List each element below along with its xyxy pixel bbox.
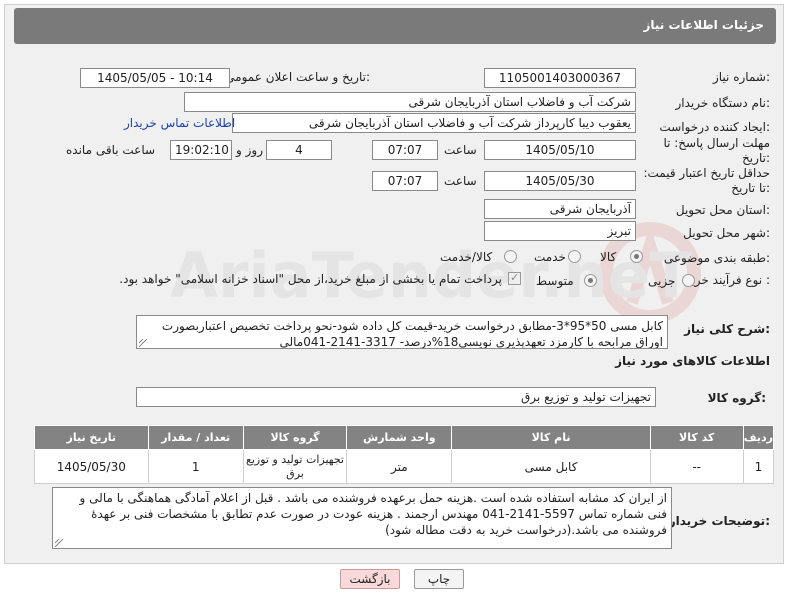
announce-date-label: تاریخ و ساعت اعلان عمومی: bbox=[225, 70, 370, 84]
page-header: جزئیات اطلاعات نیاز bbox=[14, 8, 776, 44]
remaining-time-field: 19:02:10 bbox=[170, 140, 232, 160]
reply-time-field: 07:07 bbox=[372, 140, 438, 160]
process-radio-minor[interactable] bbox=[682, 274, 695, 287]
page-title: جزئیات اطلاعات نیاز bbox=[643, 18, 764, 32]
category-option-goods-service: کالا/خدمت bbox=[440, 250, 493, 264]
category-radio-goods[interactable] bbox=[630, 250, 643, 263]
treasury-payment-note: پرداخت تمام یا بخشی از مبلغ خرید،از محل … bbox=[119, 272, 502, 286]
buyer-notes-textarea[interactable]: از ایران کد مشابه استفاده شده است .هزینه… bbox=[52, 487, 672, 549]
remaining-days-field: 4 bbox=[266, 140, 332, 160]
summary-text: کابل مسی 50*95*3-مطابق درخواست خرید-قیمت… bbox=[161, 319, 663, 349]
cell-unit: متر bbox=[346, 449, 453, 484]
goods-group-label: گروه کالا: bbox=[707, 391, 766, 405]
goods-table: ردیف کد کالا نام کالا واحد شمارش گروه کا… bbox=[34, 425, 775, 484]
summary-label: شرح کلی نیاز: bbox=[684, 322, 770, 336]
need-number-field: 1105001403000367 bbox=[484, 68, 636, 88]
col-name: نام کالا bbox=[451, 425, 651, 450]
col-row: ردیف bbox=[742, 425, 775, 450]
cell-qty: 1 bbox=[147, 449, 244, 484]
goods-section-title: اطلاعات کالاهای مورد نیاز bbox=[615, 354, 770, 368]
price-validity-label: حداقل تاریخ اعتبار قیمت: تا تاریخ: bbox=[643, 166, 770, 195]
province-field: آذربایجان شرقی bbox=[484, 199, 636, 219]
days-label: روز و bbox=[236, 143, 263, 157]
city-field: تبریز bbox=[484, 221, 636, 241]
print-button[interactable]: چاپ bbox=[414, 569, 464, 589]
province-label: استان محل تحویل: bbox=[675, 203, 770, 217]
resize-handle-icon[interactable] bbox=[139, 339, 147, 347]
resize-handle-icon[interactable] bbox=[55, 539, 63, 547]
reply-date-field: 1405/05/10 bbox=[484, 140, 636, 160]
table-row: 1 -- کابل مسی متر تجهیزات تولید و توزیع … bbox=[34, 449, 775, 484]
reply-deadline-label: مهلت ارسال پاسخ: تا تاریخ: bbox=[663, 136, 770, 165]
process-option-minor: جزیی bbox=[648, 274, 676, 288]
col-code: کد کالا bbox=[649, 425, 744, 450]
price-time-field: 07:07 bbox=[372, 171, 438, 191]
cell-group: تجهیزات تولید و توزیع برق bbox=[242, 449, 348, 484]
category-radio-goods-service[interactable] bbox=[504, 250, 517, 263]
back-button[interactable]: بازگشت bbox=[340, 569, 400, 589]
process-type-label: نوع فرآیند خرید : bbox=[685, 273, 770, 287]
need-number-label: شماره نیاز: bbox=[712, 70, 770, 84]
creator-field: یعقوب دیبا کارپرداز شرکت آب و فاضلاب است… bbox=[232, 113, 636, 133]
process-option-medium: متوسط bbox=[536, 274, 574, 288]
category-radio-service[interactable] bbox=[568, 250, 581, 263]
buyer-notes-text: از ایران کد مشابه استفاده شده است .هزینه… bbox=[79, 491, 667, 537]
creator-label: ایجاد کننده درخواست: bbox=[659, 120, 770, 134]
reply-time-label: ساعت bbox=[444, 143, 477, 157]
category-option-service: خدمت bbox=[534, 250, 566, 264]
buyer-contact-link[interactable]: اطلاعات تماس خریدار bbox=[124, 116, 235, 130]
goods-group-field: تجهیزات تولید و توزیع برق bbox=[136, 387, 656, 407]
cell-row: 1 bbox=[742, 449, 775, 484]
col-qty: تعداد / مقدار bbox=[147, 425, 244, 450]
remaining-label: ساعت باقی مانده bbox=[66, 143, 156, 157]
summary-textarea[interactable]: کابل مسی 50*95*3-مطابق درخواست خرید-قیمت… bbox=[136, 315, 668, 349]
process-radio-medium[interactable] bbox=[584, 274, 597, 287]
cell-date: 1405/05/30 bbox=[34, 449, 149, 484]
col-unit: واحد شمارش bbox=[346, 425, 453, 450]
city-label: شهر محل تحویل: bbox=[683, 226, 770, 240]
category-option-goods: کالا bbox=[600, 250, 617, 264]
col-group: گروه کالا bbox=[242, 425, 348, 450]
cell-code: -- bbox=[649, 449, 744, 484]
announce-date-field: 1405/05/05 - 10:14 bbox=[80, 68, 230, 88]
goods-table-header: ردیف کد کالا نام کالا واحد شمارش گروه کا… bbox=[34, 425, 775, 450]
cell-name: کابل مسی bbox=[451, 449, 651, 484]
buyer-notes-label: توضیحات خریدار: bbox=[668, 514, 770, 528]
category-label: طبقه بندی موضوعی: bbox=[663, 251, 770, 265]
buyer-org-label: نام دستگاه خریدار: bbox=[675, 96, 771, 110]
price-time-label: ساعت bbox=[444, 174, 477, 188]
buyer-org-field: شرکت آب و فاضلاب استان آذربایجان شرقی bbox=[184, 92, 636, 112]
price-date-field: 1405/05/30 bbox=[484, 171, 636, 191]
col-date: تاریخ نیاز bbox=[34, 425, 149, 450]
treasury-payment-checkbox[interactable] bbox=[508, 271, 521, 285]
